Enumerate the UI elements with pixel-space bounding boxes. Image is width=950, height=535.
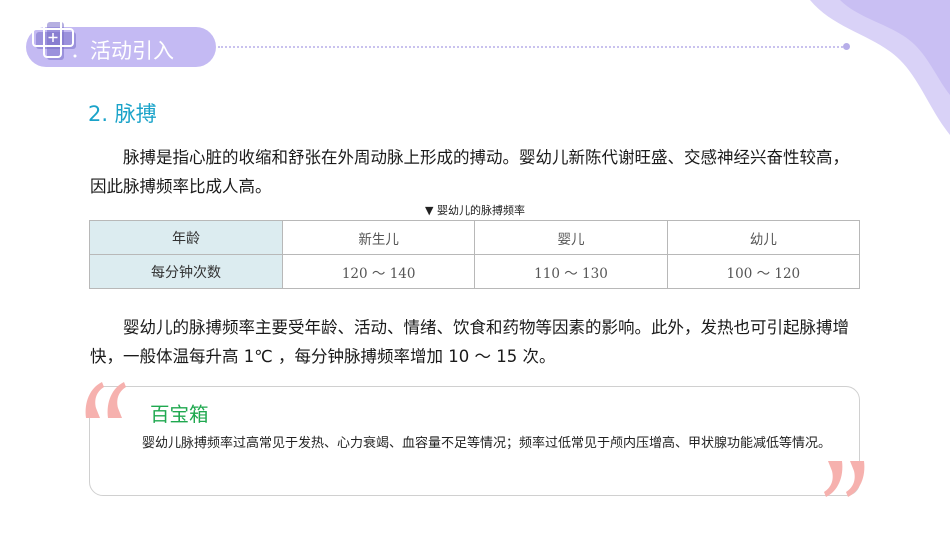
column-header-toddler: 幼儿 xyxy=(666,220,861,255)
table-row-label: 每分钟次数 xyxy=(89,254,283,289)
table-row: 年龄 新生儿 婴儿 幼儿 xyxy=(89,220,861,255)
open-quote-icon xyxy=(85,382,126,418)
corner-decoration xyxy=(810,0,950,135)
section-heading: 2. 脉搏 xyxy=(88,102,157,126)
header-divider-dot xyxy=(843,43,850,50)
medical-cross-icon xyxy=(32,18,77,60)
factors-paragraph: 婴幼儿的脉搏频率主要受年龄、活动、情绪、饮食和药物等因素的影响。此外，发热也可引… xyxy=(90,318,849,366)
column-header-newborn: 新生儿 xyxy=(281,220,476,255)
header-divider xyxy=(218,46,846,48)
close-quote-icon xyxy=(824,461,865,497)
column-header-infant: 婴儿 xyxy=(474,220,668,255)
pulse-rate-table: 年龄 新生儿 婴儿 幼儿 每分钟次数 120 ～ 140 110 ～ 130 1… xyxy=(89,220,861,289)
header-title: 活动引入 xyxy=(90,39,174,63)
value-toddler: 100 ～ 120 xyxy=(666,254,861,289)
table-caption: ▼ 婴幼儿的脉搏频率 xyxy=(425,204,525,217)
table-header-label: 年龄 xyxy=(89,220,283,255)
tip-text: 婴幼儿脉搏频率过高常见于发热、心力衰竭、血容量不足等情况；频率过低常见于颅内压增… xyxy=(142,436,832,451)
table-row: 每分钟次数 120 ～ 140 110 ～ 130 100 ～ 120 xyxy=(89,254,861,289)
value-newborn: 120 ～ 140 xyxy=(281,254,476,289)
tip-title: 百宝箱 xyxy=(150,403,209,426)
intro-paragraph: 脉搏是指心脏的收缩和舒张在外周动脉上形成的搏动。婴幼儿新陈代谢旺盛、交感神经兴奋… xyxy=(90,148,849,196)
value-infant: 110 ～ 130 xyxy=(474,254,668,289)
